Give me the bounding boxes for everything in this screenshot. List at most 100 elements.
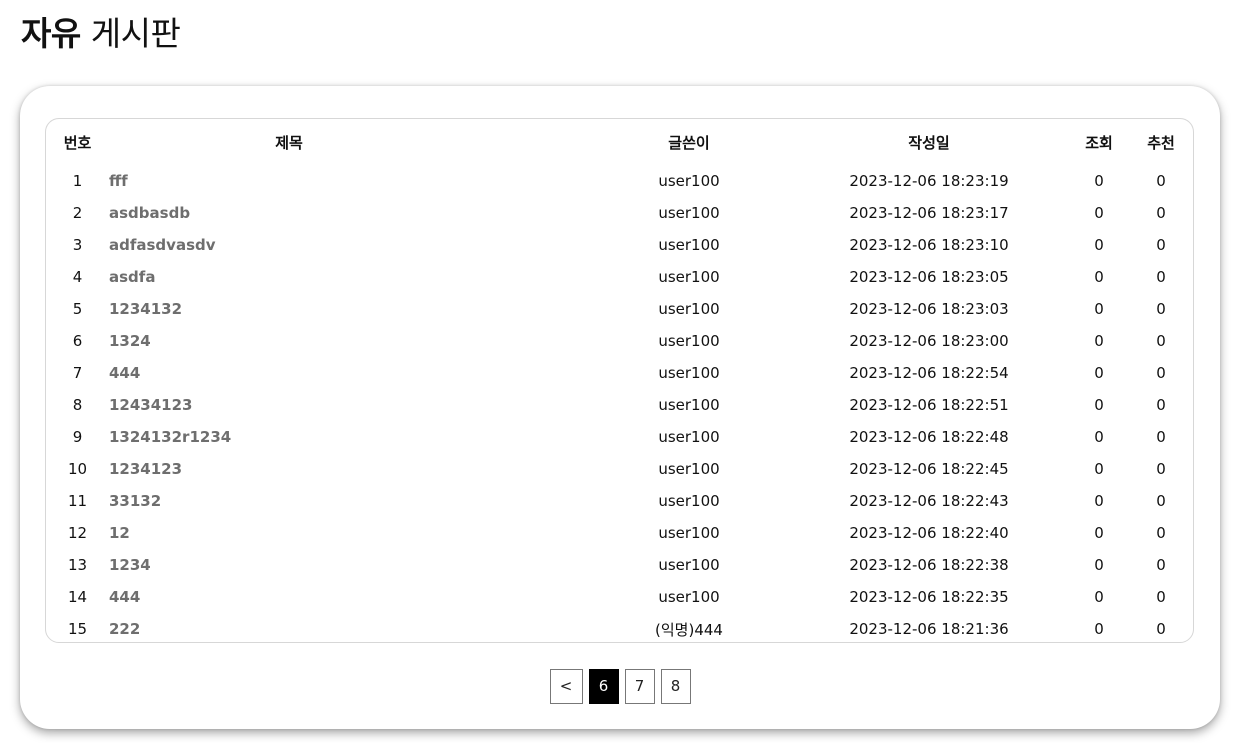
page-button-8[interactable]: 8 xyxy=(660,669,691,704)
post-views: 0 xyxy=(1094,556,1104,574)
post-date: 2023-12-06 18:22:54 xyxy=(849,364,1009,382)
table-row[interactable]: 12 12 user100 2023-12-06 18:22:40 0 0 xyxy=(46,517,1193,549)
post-title-link[interactable]: 1234123 xyxy=(109,460,182,478)
table-row[interactable]: 3 adfasdvasdv user100 2023-12-06 18:23:10 0 0 xyxy=(46,229,1193,261)
post-recommend: 0 xyxy=(1156,620,1166,638)
post-title-link[interactable]: 1324 xyxy=(109,332,151,350)
post-title-link[interactable]: 1234 xyxy=(109,556,151,574)
post-author: user100 xyxy=(658,588,720,606)
post-recommend: 0 xyxy=(1156,428,1166,446)
post-recommend: 0 xyxy=(1156,204,1166,222)
post-title-cell: 1234123 xyxy=(109,453,589,485)
page-button-6[interactable]: 6 xyxy=(588,669,619,704)
table-row[interactable]: 13 1234 user100 2023-12-06 18:22:38 0 0 xyxy=(46,549,1193,581)
page-title: 자유 게시판 xyxy=(21,12,181,56)
post-recommend: 0 xyxy=(1156,460,1166,478)
post-author: user100 xyxy=(658,492,720,510)
post-recommend: 0 xyxy=(1156,172,1166,190)
post-views: 0 xyxy=(1094,524,1104,542)
post-table: 번호 제목 글쓴이 작성일 조회 추천 1 fff user100 2023-12-0… xyxy=(46,119,1193,642)
post-recommend: 0 xyxy=(1156,364,1166,382)
post-number: 14 xyxy=(67,588,88,606)
post-author: user100 xyxy=(658,236,720,254)
post-title-cell: asdbasdb xyxy=(109,197,589,229)
table-row[interactable]: 6 1324 user100 2023-12-06 18:23:00 0 0 xyxy=(46,325,1193,357)
post-author: user100 xyxy=(658,204,720,222)
post-recommend: 0 xyxy=(1156,268,1166,286)
post-views: 0 xyxy=(1094,588,1104,606)
table-row[interactable]: 15 222 (익명)444 2023-12-06 18:21:36 0 0 xyxy=(46,613,1193,642)
table-row[interactable]: 10 1234123 user100 2023-12-06 18:22:45 0 0 xyxy=(46,453,1193,485)
post-date: 2023-12-06 18:23:03 xyxy=(849,300,1009,318)
post-views: 0 xyxy=(1094,364,1104,382)
post-date: 2023-12-06 18:22:40 xyxy=(849,524,1009,542)
post-title-link[interactable]: asdfa xyxy=(109,268,155,286)
table-header-row: 번호 제목 글쓴이 작성일 조회 추천 xyxy=(46,119,1193,165)
post-title-link[interactable]: 1234132 xyxy=(109,300,182,318)
post-title-cell: 444 xyxy=(109,581,589,613)
post-date: 2023-12-06 18:23:19 xyxy=(849,172,1009,190)
post-author: user100 xyxy=(658,332,720,350)
post-author: user100 xyxy=(658,428,720,446)
post-number: 10 xyxy=(67,460,88,478)
page-button-7[interactable]: 7 xyxy=(624,669,655,704)
post-author: user100 xyxy=(658,460,720,478)
post-views: 0 xyxy=(1094,204,1104,222)
post-views: 0 xyxy=(1094,620,1104,638)
post-title-link[interactable]: adfasdvasdv xyxy=(109,236,216,254)
table-row[interactable]: 9 1324132r1234 user100 2023-12-06 18:22:48 0… xyxy=(46,421,1193,453)
post-number: 3 xyxy=(72,236,83,254)
post-title-link[interactable]: 222 xyxy=(109,620,140,638)
page-title-bold: 자유 xyxy=(21,14,81,53)
post-number: 7 xyxy=(72,364,83,382)
column-header-date: 작성일 xyxy=(908,133,950,152)
post-date: 2023-12-06 18:23:17 xyxy=(849,204,1009,222)
post-title-link[interactable]: 12434123 xyxy=(109,396,193,414)
post-title-link[interactable]: 444 xyxy=(109,364,140,382)
table-row[interactable]: 4 asdfa user100 2023-12-06 18:23:05 0 0 xyxy=(46,261,1193,293)
post-number: 2 xyxy=(72,204,83,222)
post-title-link[interactable]: 33132 xyxy=(109,492,161,510)
column-header-number: 번호 xyxy=(63,133,92,152)
column-header-title: 제목 xyxy=(275,133,303,152)
post-title-link[interactable]: 444 xyxy=(109,588,140,606)
post-date: 2023-12-06 18:22:35 xyxy=(849,588,1009,606)
post-title-cell: 33132 xyxy=(109,485,589,517)
post-title-link[interactable]: fff xyxy=(109,172,128,190)
post-title-cell: 1324132r1234 xyxy=(109,421,589,453)
table-row[interactable]: 5 1234132 user100 2023-12-06 18:23:03 0 0 xyxy=(46,293,1193,325)
table-row[interactable]: 2 asdbasdb user100 2023-12-06 18:23:17 0 0 xyxy=(46,197,1193,229)
post-author: user100 xyxy=(658,300,720,318)
post-date: 2023-12-06 18:22:48 xyxy=(849,428,1009,446)
post-title-cell: 12434123 xyxy=(109,389,589,421)
post-author: user100 xyxy=(658,172,720,190)
post-number: 15 xyxy=(67,620,88,638)
post-title-link[interactable]: 1324132r1234 xyxy=(109,428,231,446)
post-views: 0 xyxy=(1094,300,1104,318)
table-row[interactable]: 14 444 user100 2023-12-06 18:22:35 0 0 xyxy=(46,581,1193,613)
post-title-cell: asdfa xyxy=(109,261,589,293)
post-number: 6 xyxy=(72,332,83,350)
post-number: 13 xyxy=(67,556,88,574)
post-title-link[interactable]: 12 xyxy=(109,524,130,542)
post-title-cell: 1324 xyxy=(109,325,589,357)
post-title-cell: 222 xyxy=(109,613,589,642)
post-date: 2023-12-06 18:22:51 xyxy=(849,396,1009,414)
post-recommend: 0 xyxy=(1156,396,1166,414)
post-recommend: 0 xyxy=(1156,588,1166,606)
post-title-cell: fff xyxy=(109,165,589,197)
post-title-cell: 1234132 xyxy=(109,293,589,325)
prev-page-button[interactable]: < xyxy=(549,669,583,704)
post-recommend: 0 xyxy=(1156,556,1166,574)
post-title-link[interactable]: asdbasdb xyxy=(109,204,190,222)
board-card: 번호 제목 글쓴이 작성일 조회 추천 1 fff user100 2023-12-0… xyxy=(20,86,1220,729)
table-row[interactable]: 1 fff user100 2023-12-06 18:23:19 0 0 xyxy=(46,165,1193,197)
table-row[interactable]: 7 444 user100 2023-12-06 18:22:54 0 0 xyxy=(46,357,1193,389)
post-views: 0 xyxy=(1094,492,1104,510)
table-row[interactable]: 8 12434123 user100 2023-12-06 18:22:51 0 0 xyxy=(46,389,1193,421)
table-row[interactable]: 11 33132 user100 2023-12-06 18:22:43 0 0 xyxy=(46,485,1193,517)
post-views: 0 xyxy=(1094,428,1104,446)
post-author: user100 xyxy=(658,524,720,542)
post-author: (익명)444 xyxy=(655,620,723,639)
post-recommend: 0 xyxy=(1156,492,1166,510)
